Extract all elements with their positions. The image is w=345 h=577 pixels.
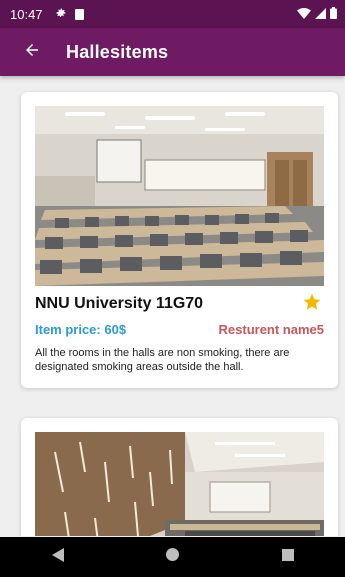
hall-image xyxy=(35,106,324,286)
wifi-icon xyxy=(297,7,311,22)
square-recents-icon xyxy=(281,548,294,566)
circle-home-icon xyxy=(166,548,179,566)
nav-recents-button[interactable] xyxy=(268,542,308,572)
item-description: All the rooms in the halls are non smoki… xyxy=(35,347,290,373)
item-price: Item price: 60$ xyxy=(35,322,127,337)
back-button[interactable] xyxy=(18,38,46,66)
arrow-left-icon xyxy=(23,41,41,64)
hall-item-card[interactable] xyxy=(21,418,338,536)
status-icons xyxy=(297,6,337,22)
signal-icon xyxy=(315,7,326,22)
item-title: NNU University 11G70 xyxy=(35,295,204,312)
sd-card-icon xyxy=(74,8,84,20)
hall-item-card[interactable]: NNU University 11G70 Item price: 60$ Res… xyxy=(21,92,338,388)
system-nav-bar xyxy=(0,537,345,577)
battery-icon xyxy=(330,6,337,22)
triangle-back-icon xyxy=(51,547,64,567)
hall-image xyxy=(35,432,324,536)
page-title: Hallesitems xyxy=(66,41,169,62)
nav-home-button[interactable] xyxy=(153,542,193,572)
restaurant-name: Resturent name5 xyxy=(218,322,324,337)
items-list[interactable]: NNU University 11G70 Item price: 60$ Res… xyxy=(0,76,345,536)
app-bar: Hallesitems xyxy=(0,28,345,76)
nav-back-button[interactable] xyxy=(38,542,78,572)
gear-icon xyxy=(55,7,67,22)
star-icon[interactable] xyxy=(302,292,322,312)
status-bar: 10:47 xyxy=(0,0,345,28)
status-time: 10:47 xyxy=(10,6,43,22)
screen: 10:47 Hallesitems NNU University 11G70 I… xyxy=(0,0,345,577)
